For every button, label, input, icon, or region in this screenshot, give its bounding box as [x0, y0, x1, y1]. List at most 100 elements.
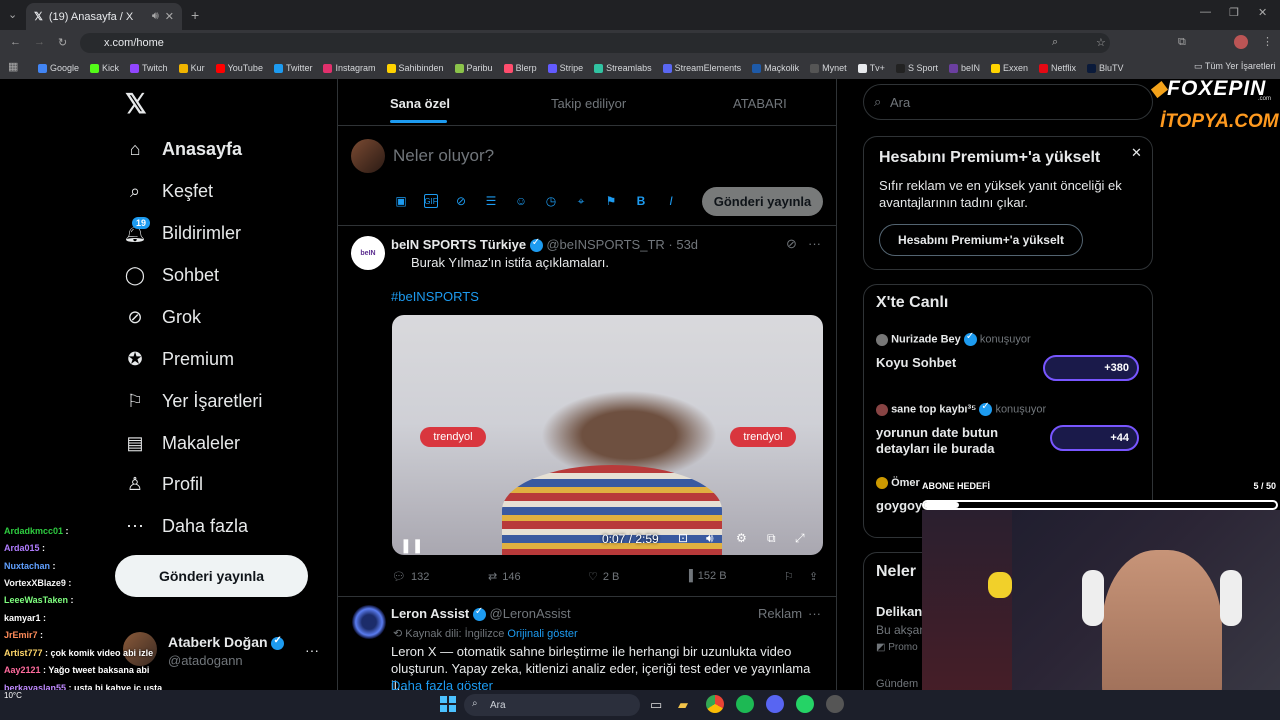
bookmark-item[interactable]: S Sport [895, 63, 938, 73]
windows-start-icon[interactable] [440, 696, 456, 712]
flag-icon[interactable]: ⚑ [604, 194, 618, 208]
sidebar-item-6[interactable]: ✪ Premium [124, 348, 234, 370]
space-title[interactable]: Koyu Sohbet [876, 355, 956, 370]
gif-icon[interactable]: GIF [424, 194, 438, 208]
bookmark-item[interactable]: Instagram [323, 63, 376, 73]
sidebar-item-2[interactable]: ⌕ Keşfet [124, 180, 213, 202]
whatsapp-icon[interactable] [796, 695, 814, 713]
bold-icon[interactable]: B [634, 194, 648, 208]
leron-avatar[interactable] [352, 605, 386, 639]
compose-input[interactable]: Neler oluyor? [393, 146, 494, 166]
poll-icon[interactable]: ☰ [484, 194, 498, 208]
tab-following[interactable]: Takip ediliyor [551, 96, 626, 111]
bookmark-item[interactable]: Mynet [810, 63, 847, 73]
trend-title[interactable]: Delikan [876, 604, 922, 619]
bein-avatar[interactable]: beIN [351, 236, 385, 270]
bookmark-item[interactable]: Kick [90, 63, 119, 73]
sidebar-item-9[interactable]: ♙ Profil [124, 473, 203, 495]
bookmark-item[interactable]: BluTV [1087, 63, 1124, 73]
bookmark-item[interactable]: Twitter [273, 63, 312, 73]
pause-icon[interactable]: ❚❚ [400, 537, 423, 554]
space-host[interactable]: Nurizade Bey konuşuyor [876, 331, 1031, 346]
post-author[interactable]: beIN SPORTS Türkiye [391, 237, 526, 252]
all-bookmarks[interactable]: ▭ Tüm Yer İşaretleri [1194, 61, 1275, 72]
speaker-icon[interactable]: 🔊︎ [152, 10, 159, 23]
url-bar[interactable]: x.com/home [80, 33, 1110, 53]
forward-icon[interactable]: → [34, 36, 45, 48]
browser-tab[interactable]: 𝕏 (19) Anasayfa / X 🔊︎ ✕ [26, 3, 182, 30]
profile-avatar[interactable] [1234, 35, 1248, 49]
bookmark-item[interactable]: Google [38, 63, 79, 73]
bookmark-item[interactable]: Twitch [130, 63, 168, 73]
grok-icon[interactable]: ⊘ [454, 194, 468, 208]
taskbar-search[interactable]: ⌕ Ara [464, 694, 640, 716]
post-handle[interactable]: @beINSPORTS_TR [546, 237, 664, 252]
location-icon[interactable]: ⌖ [574, 194, 588, 208]
apps-grid-icon[interactable]: ▦ [8, 60, 18, 73]
bookmark-item[interactable]: Tv+ [857, 63, 885, 73]
sidebar-item-8[interactable]: ▤ Makaleler [124, 432, 240, 454]
post-more-icon[interactable]: ··· [808, 236, 821, 251]
compose-avatar[interactable] [351, 139, 385, 173]
post-time[interactable]: · 53d [668, 237, 698, 252]
sidebar-item-4[interactable]: ◯ Sohbet [124, 264, 219, 286]
share-icon[interactable]: ⇪ [809, 570, 818, 583]
sidebar-item-1[interactable]: ⌂ Anasayfa [124, 138, 242, 160]
image-icon[interactable]: ▣ [394, 194, 408, 208]
obs-icon[interactable] [826, 695, 844, 713]
bookmark-item[interactable]: Streamlabs [594, 63, 652, 73]
sidebar-item-3[interactable]: 🔔︎ 19 Bildirimler [124, 217, 241, 244]
reload-icon[interactable]: ↻ [58, 36, 67, 49]
discord-icon[interactable] [766, 695, 784, 713]
post2-more-icon[interactable]: ··· [808, 606, 821, 621]
bookmark-item[interactable]: StreamElements [662, 63, 741, 73]
x-logo-icon[interactable]: 𝕏 [125, 89, 147, 120]
tab-search-icon[interactable]: ⌄ [8, 8, 17, 21]
sidebar-item-5[interactable]: ⊘ Grok [124, 306, 201, 328]
window-close-icon[interactable]: ✕ [1258, 6, 1267, 19]
sidebar-item-10[interactable]: ⋯ Daha fazla [124, 515, 248, 537]
extensions-icon[interactable]: ⧉ [1178, 36, 1186, 49]
task-view-icon[interactable]: ▭ [650, 697, 662, 713]
bookmark-icon[interactable]: ⚐ [784, 570, 794, 583]
space-host[interactable]: sane top kaybı³⁵ konuşuyor [876, 401, 1046, 416]
bookmark-item[interactable]: Stripe [547, 63, 583, 73]
repost-stat[interactable]: ⇄ 146 [488, 570, 521, 584]
compose-post-button[interactable]: Gönderi yayınla [702, 187, 823, 216]
menu-kebab-icon[interactable]: ⋮ [1262, 35, 1273, 48]
spotify-icon[interactable] [736, 695, 754, 713]
bookmark-item[interactable]: Kur [178, 63, 205, 73]
close-icon[interactable]: ✕ [1131, 145, 1142, 161]
space-listeners[interactable]: +380 [1043, 355, 1139, 381]
grok-icon[interactable]: ⊘ [786, 236, 797, 252]
sidebar-post-button[interactable]: Gönderi yayınla [115, 555, 308, 597]
close-icon[interactable]: ✕ [165, 10, 174, 23]
space-host[interactable]: Ömer [876, 477, 920, 490]
italic-icon[interactable]: I [664, 194, 678, 208]
bookmark-item[interactable]: Exxen [990, 63, 1028, 73]
bookmark-item[interactable]: Maçkolik [752, 63, 799, 73]
settings-gear-icon[interactable]: ⚙ [736, 531, 747, 545]
bookmark-item[interactable]: Blerp [503, 63, 537, 73]
pip-icon[interactable]: ⧉ [767, 531, 776, 546]
star-icon[interactable]: ☆ [1096, 36, 1106, 49]
zoom-icon[interactable]: ⌕ [1052, 36, 1058, 49]
sidebar-item-7[interactable]: ⚐ Yer İşaretleri [124, 390, 262, 412]
bookmark-item[interactable]: beIN [948, 63, 980, 73]
volume-icon[interactable]: 🔊︎ [706, 531, 714, 546]
tab-for-you[interactable]: Sana özel [390, 96, 450, 111]
schedule-icon[interactable]: ◷ [544, 194, 558, 208]
restore-icon[interactable]: ❐ [1229, 6, 1239, 19]
views-stat[interactable]: ▐ 152 B [685, 570, 727, 582]
bookmark-item[interactable]: Sahibinden [386, 63, 444, 73]
account-name[interactable]: Ataberk Doğan [168, 634, 285, 650]
like-stat[interactable]: ♡ 2 B [588, 570, 619, 584]
bookmark-item[interactable]: Paribu [454, 63, 493, 73]
space-title[interactable]: yorunun date butun detayları ile burada [876, 425, 1026, 457]
minimize-icon[interactable]: — [1200, 6, 1211, 18]
post2-handle[interactable]: @LeronAssist [490, 606, 571, 621]
post-video[interactable]: trendyol trendyol ❚❚ 0:07 / 2:59 ⊡ 🔊︎ ⚙ … [392, 315, 823, 555]
bookmark-item[interactable]: Netflix [1039, 63, 1076, 73]
post2-author[interactable]: Leron Assist [391, 606, 469, 621]
captions-icon[interactable]: ⊡ [678, 531, 688, 545]
